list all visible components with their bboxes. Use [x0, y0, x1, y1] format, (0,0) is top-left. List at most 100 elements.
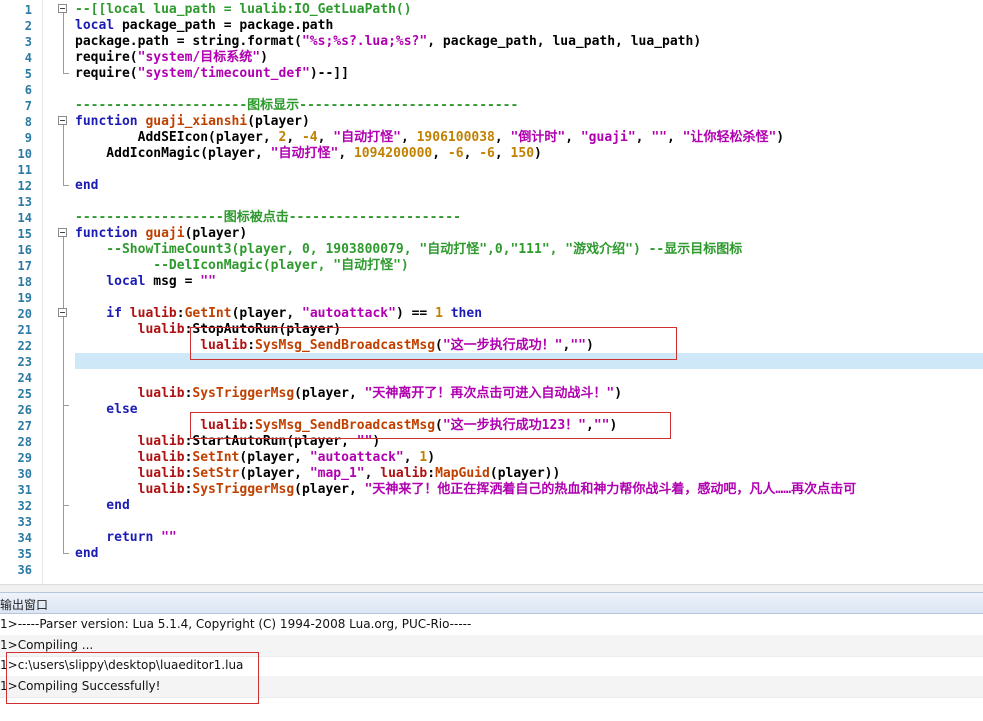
code-token: "": [161, 530, 177, 545]
fold-toggle-icon[interactable]: [58, 4, 67, 13]
code-token: ) ==: [395, 306, 436, 321]
fold-toggle-icon[interactable]: [58, 228, 67, 237]
line-number: 18: [17, 275, 32, 289]
code-token: function: [75, 226, 146, 241]
fold-end-marker: [63, 405, 69, 406]
code-token: GetInt: [184, 306, 232, 321]
fold-end-marker: [63, 185, 69, 186]
code-line: local package_path = package.path: [75, 18, 333, 34]
line-number: 15: [17, 227, 32, 241]
code-token: "autoattack": [309, 450, 404, 465]
code-token: else: [75, 402, 138, 417]
fold-end-marker: [63, 553, 69, 554]
code-line: AddIconMagic(player, "自动打怪", 1094200000,…: [75, 146, 542, 162]
line-number: 10: [17, 147, 32, 161]
line-number: 33: [17, 515, 32, 529]
code-token: lualib: [129, 306, 177, 321]
code-token: lualib: [75, 482, 185, 497]
code-token: ,: [400, 130, 417, 145]
fold-toggle-icon[interactable]: [58, 116, 67, 125]
line-number: 22: [17, 339, 32, 353]
fold-end-marker: [63, 73, 69, 74]
code-line: end: [75, 546, 98, 562]
line-number: 23: [17, 355, 32, 369]
code-token: --DelIconMagic(player, "自动打怪"): [75, 258, 409, 273]
code-token: "自动打怪": [333, 130, 401, 145]
code-token: --ShowTimeCount3(player, 0, 1903800079, …: [75, 242, 743, 257]
code-line: lualib:SysTriggerMsg(player, "天神来了！他正在挥洒…: [75, 482, 856, 498]
code-token: package.path = string.format(: [75, 34, 302, 49]
code-token: ): [260, 50, 268, 65]
code-token: ,: [432, 146, 448, 161]
code-token: lualib: [75, 322, 185, 337]
code-line: package.path = string.format("%s;%s?.lua…: [75, 34, 701, 50]
code-token: -4: [301, 130, 318, 145]
code-token: (player,: [231, 306, 303, 321]
output-panel-title: 输出窗口: [0, 598, 49, 612]
code-token: ,: [317, 130, 334, 145]
code-editor[interactable]: 1 2 3 4 5 6 7 8 9 10 11 12 13 14 15 16 17 18 19 20 21 22 23 24 2…: [0, 0, 983, 584]
fold-guide-line: [63, 13, 64, 73]
code-token: (player,: [294, 386, 365, 401]
code-token: )--]]: [309, 66, 349, 81]
output-panel-header: 输出窗口: [0, 592, 983, 614]
code-token: :: [427, 466, 436, 481]
line-number: 3: [24, 35, 32, 49]
highlight-box: [6, 652, 259, 704]
code-token: "让你轻松杀怪": [682, 130, 777, 145]
line-number: 1: [24, 3, 32, 17]
code-line: return "": [75, 530, 177, 546]
line-number: 6: [24, 83, 32, 97]
code-token: ,: [286, 130, 302, 145]
code-token: local: [75, 274, 154, 289]
code-token: "": [651, 130, 667, 145]
code-token: ): [614, 386, 623, 401]
code-token: return: [75, 530, 162, 545]
code-token: ,: [565, 130, 581, 145]
code-token: MapGuid: [435, 466, 490, 481]
line-number: 2: [24, 19, 32, 33]
code-token: :: [176, 306, 185, 321]
output-line: 1>-----Parser version: Lua 5.1.4, Copyri…: [0, 614, 983, 636]
code-token: 1: [435, 306, 443, 321]
code-token: ,: [338, 146, 354, 161]
code-token: -6: [447, 146, 464, 161]
code-token: SetStr: [192, 466, 240, 481]
code-line: --[[local lua_path = lualib:IO_GetLuaPat…: [75, 2, 412, 18]
code-token: require(: [75, 50, 138, 65]
code-token: "倒计时": [510, 130, 566, 145]
line-number-gutter: 1 2 3 4 5 6 7 8 9 10 11 12 13 14 15 16 17 18 19 20 21 22 23 24 2…: [0, 0, 43, 584]
code-token: end: [75, 498, 130, 513]
code-line: lualib:SetInt(player, "autoattack", 1): [75, 450, 435, 466]
code-token: ,: [635, 130, 652, 145]
code-token: then: [442, 306, 483, 321]
output-panel[interactable]: 1>-----Parser version: Lua 5.1.4, Copyri…: [0, 614, 983, 721]
line-number: 11: [17, 163, 32, 177]
code-line: AddSEIcon(player, 2, -4, "自动打怪", 1906100…: [75, 130, 785, 146]
code-token: "guaji": [580, 130, 636, 145]
code-line: end: [75, 498, 130, 514]
code-token: end: [75, 178, 99, 193]
code-token: "map_1": [309, 466, 365, 481]
code-token: ,: [403, 450, 420, 465]
line-number: 35: [17, 547, 32, 561]
code-token: if: [75, 306, 130, 321]
code-token: ): [776, 130, 785, 145]
line-number: 13: [17, 195, 32, 209]
code-token: -6: [479, 146, 495, 161]
line-number: 9: [24, 131, 32, 145]
code-token: local: [75, 18, 122, 33]
code-token: ,: [364, 466, 381, 481]
code-token: "天神离开了！再次点击可进入自动战斗！": [364, 386, 615, 401]
code-token: package_path = package.path: [121, 18, 334, 33]
line-number: 29: [17, 451, 32, 465]
code-token: require(: [75, 66, 138, 81]
line-number: 28: [17, 435, 32, 449]
code-token: 1094200000: [353, 146, 433, 161]
code-line: --DelIconMagic(player, "自动打怪"): [75, 258, 409, 274]
fold-end-marker: [63, 505, 69, 506]
fold-toggle-icon[interactable]: [58, 308, 67, 317]
code-token: "自动打怪": [270, 146, 339, 161]
code-token: SysTriggerMsg: [192, 482, 295, 497]
